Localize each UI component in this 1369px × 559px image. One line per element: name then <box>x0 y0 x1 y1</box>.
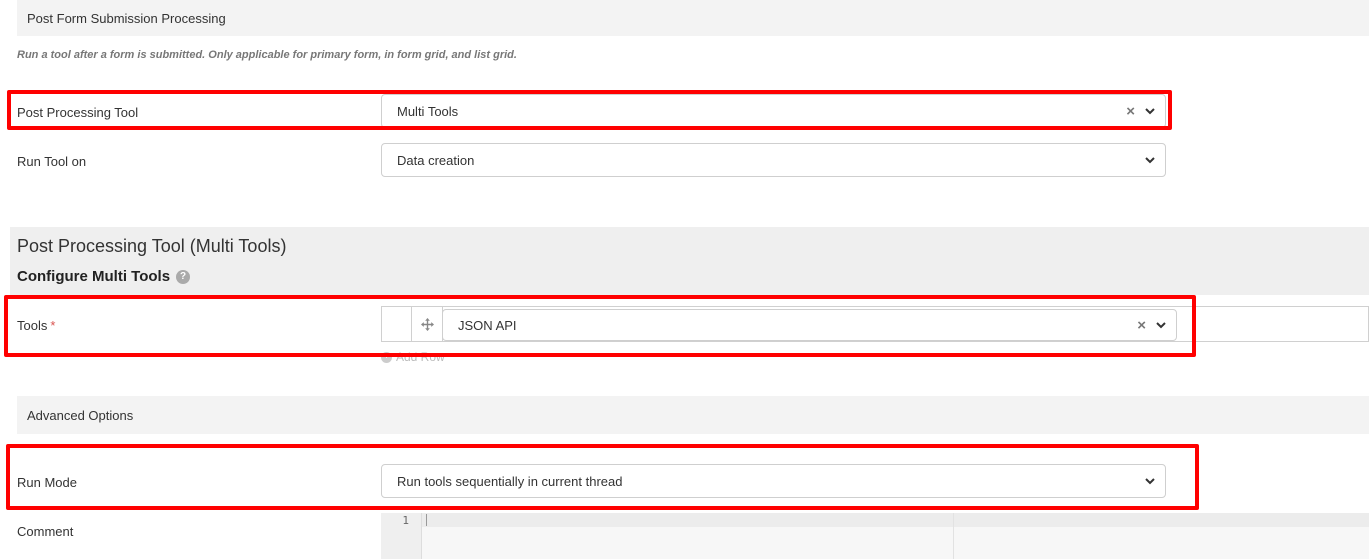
post-form-section-header: Post Form Submission Processing <box>17 0 1369 36</box>
section-description: Run a tool after a form is submitted. On… <box>17 49 517 61</box>
print-margin <box>953 513 954 559</box>
highlight-box-tools <box>4 295 1196 357</box>
multi-tools-title: Post Processing Tool (Multi Tools) <box>17 236 287 256</box>
configure-multi-tools-label: Configure Multi Tools <box>17 268 171 285</box>
highlight-box-post-processing-tool <box>7 90 1172 130</box>
configure-multi-tools-heading: Configure Multi Tools ? <box>17 268 191 285</box>
run-tool-on-label: Run Tool on <box>17 154 87 169</box>
advanced-options-header: Advanced Options <box>17 396 1369 434</box>
section-title: Post Form Submission Processing <box>27 10 226 26</box>
line-number: 1 <box>402 514 409 527</box>
run-tool-on-select[interactable]: Data creation <box>381 143 1166 177</box>
comment-label: Comment <box>17 524 74 539</box>
editor-gutter: 1 <box>381 513 421 559</box>
highlight-box-run-mode <box>6 444 1199 510</box>
advanced-options-title: Advanced Options <box>27 407 134 423</box>
run-tool-on-value: Data creation <box>397 152 475 168</box>
help-icon[interactable]: ? <box>176 269 191 284</box>
chevron-down-icon[interactable] <box>1145 155 1155 165</box>
text-cursor <box>426 514 427 526</box>
active-line <box>422 513 1369 527</box>
comment-editor[interactable] <box>421 513 1369 559</box>
